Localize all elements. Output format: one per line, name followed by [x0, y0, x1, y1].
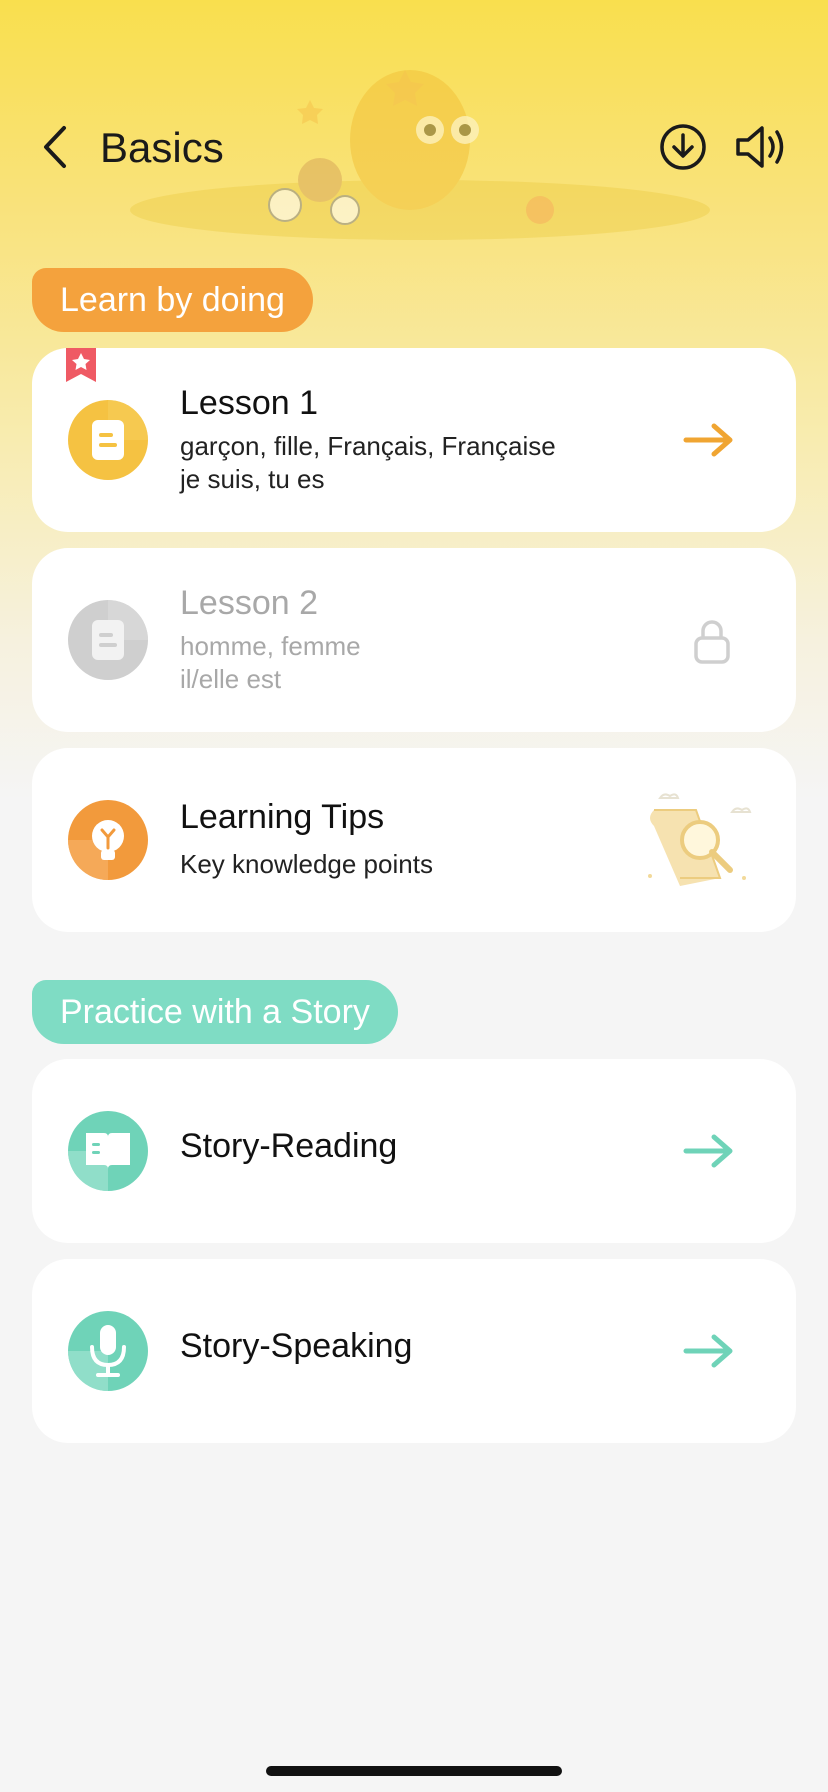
- download-icon: [660, 124, 706, 170]
- home-indicator[interactable]: [266, 1766, 562, 1776]
- lesson-2-line1: homme, femme: [180, 631, 361, 661]
- learning-tips-title: Learning Tips: [180, 798, 385, 836]
- story-speaking-card[interactable]: Story-Speaking: [32, 1259, 796, 1443]
- lesson-1-title: Lesson 1: [180, 384, 318, 422]
- download-button[interactable]: [658, 122, 708, 172]
- lesson-2-line2: il/elle est: [180, 664, 282, 694]
- bookmark-star-icon: [66, 348, 96, 382]
- scroll-magnifier-icon: [648, 793, 752, 886]
- section-label-practice: Practice with a Story: [32, 980, 398, 1044]
- learning-tips-card[interactable]: Learning Tips Key knowledge points: [32, 748, 796, 932]
- back-button[interactable]: [30, 122, 80, 172]
- speaker-icon: [736, 126, 784, 168]
- book-icon: [68, 1111, 148, 1191]
- story-speaking-title: Story-Speaking: [180, 1327, 413, 1365]
- arrow-right-icon: [683, 423, 733, 457]
- arrow-right-icon: [683, 1334, 733, 1368]
- top-bar: Basics: [0, 110, 828, 186]
- lock-icon: [694, 620, 730, 664]
- lesson-1-line2: je suis, tu es: [180, 464, 325, 494]
- chevron-left-icon: [44, 126, 66, 168]
- lesson-1-card[interactable]: Lesson 1 garçon, fille, Français, França…: [32, 348, 796, 532]
- microphone-icon: [68, 1311, 148, 1391]
- document-icon: [68, 600, 148, 680]
- lesson-1-line1: garçon, fille, Français, Française: [180, 431, 556, 461]
- lesson-2-title: Lesson 2: [180, 584, 318, 622]
- lesson-2-card[interactable]: Lesson 2 homme, femme il/elle est: [32, 548, 796, 732]
- arrow-right-icon: [683, 1134, 733, 1168]
- story-reading-title: Story-Reading: [180, 1127, 398, 1165]
- document-icon: [68, 400, 148, 480]
- lightbulb-icon: [68, 800, 148, 880]
- story-reading-card[interactable]: Story-Reading: [32, 1059, 796, 1243]
- sound-button[interactable]: [734, 122, 788, 172]
- learning-tips-subtitle: Key knowledge points: [180, 849, 433, 879]
- section-label-learn: Learn by doing: [32, 268, 313, 332]
- page-title: Basics: [100, 124, 224, 171]
